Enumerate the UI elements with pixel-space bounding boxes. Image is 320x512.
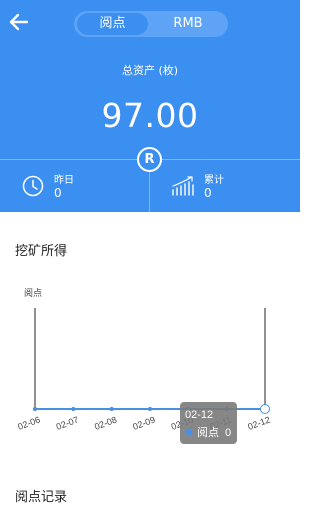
total-assets-value: 97.00 — [101, 96, 199, 135]
mining-earnings-chart: 阅点 02-0602-0702-0802-0902-1002-1102-12 0… — [16, 288, 272, 444]
tooltip-value: 0 — [225, 427, 231, 439]
tooltip-series-label: 阅点 — [197, 426, 219, 439]
back-arrow-icon[interactable] — [8, 11, 30, 33]
records-title: 阅点记录 — [15, 490, 68, 505]
data-point[interactable] — [109, 406, 114, 412]
data-point[interactable] — [32, 406, 38, 412]
asset-header: 阅点 RMB 总资产 (枚) 97.00 R 昨日 0 累计 0 — [0, 0, 300, 212]
tooltip-separator: : — [210, 427, 213, 439]
tooltip-series-marker — [185, 428, 193, 436]
chart-y-axis-label: 阅点 — [24, 288, 42, 298]
yesterday-label: 昨日 — [54, 175, 74, 186]
cumulative-value: 0 — [204, 186, 212, 200]
x-tick-label: 02-08 — [93, 415, 118, 432]
tab-yuedian[interactable]: 阅点 — [77, 13, 148, 35]
r-badge: R — [137, 147, 162, 172]
cumulative-label: 累计 — [204, 175, 224, 186]
x-tick-label: 02-09 — [131, 415, 156, 432]
data-point[interactable] — [147, 406, 153, 412]
x-tick-label: 02-12 — [246, 415, 271, 432]
tab-rmb[interactable]: RMB — [152, 13, 224, 35]
yesterday-value: 0 — [54, 186, 62, 200]
x-tick-label: 02-07 — [55, 415, 80, 432]
mining-earnings-title: 挖矿所得 — [15, 244, 68, 259]
bar-chart-icon — [172, 176, 194, 196]
data-point[interactable] — [260, 404, 270, 414]
chart-tooltip: 02-12 阅点 : 0 — [180, 402, 237, 444]
x-tick-label: 02-06 — [16, 415, 41, 432]
clock-icon — [22, 175, 44, 197]
currency-segmented-control: 阅点 RMB — [74, 11, 228, 37]
data-point[interactable] — [71, 406, 76, 412]
tooltip-title: 02-12 — [185, 409, 213, 421]
total-assets-label: 总资产 (枚) — [121, 64, 179, 77]
